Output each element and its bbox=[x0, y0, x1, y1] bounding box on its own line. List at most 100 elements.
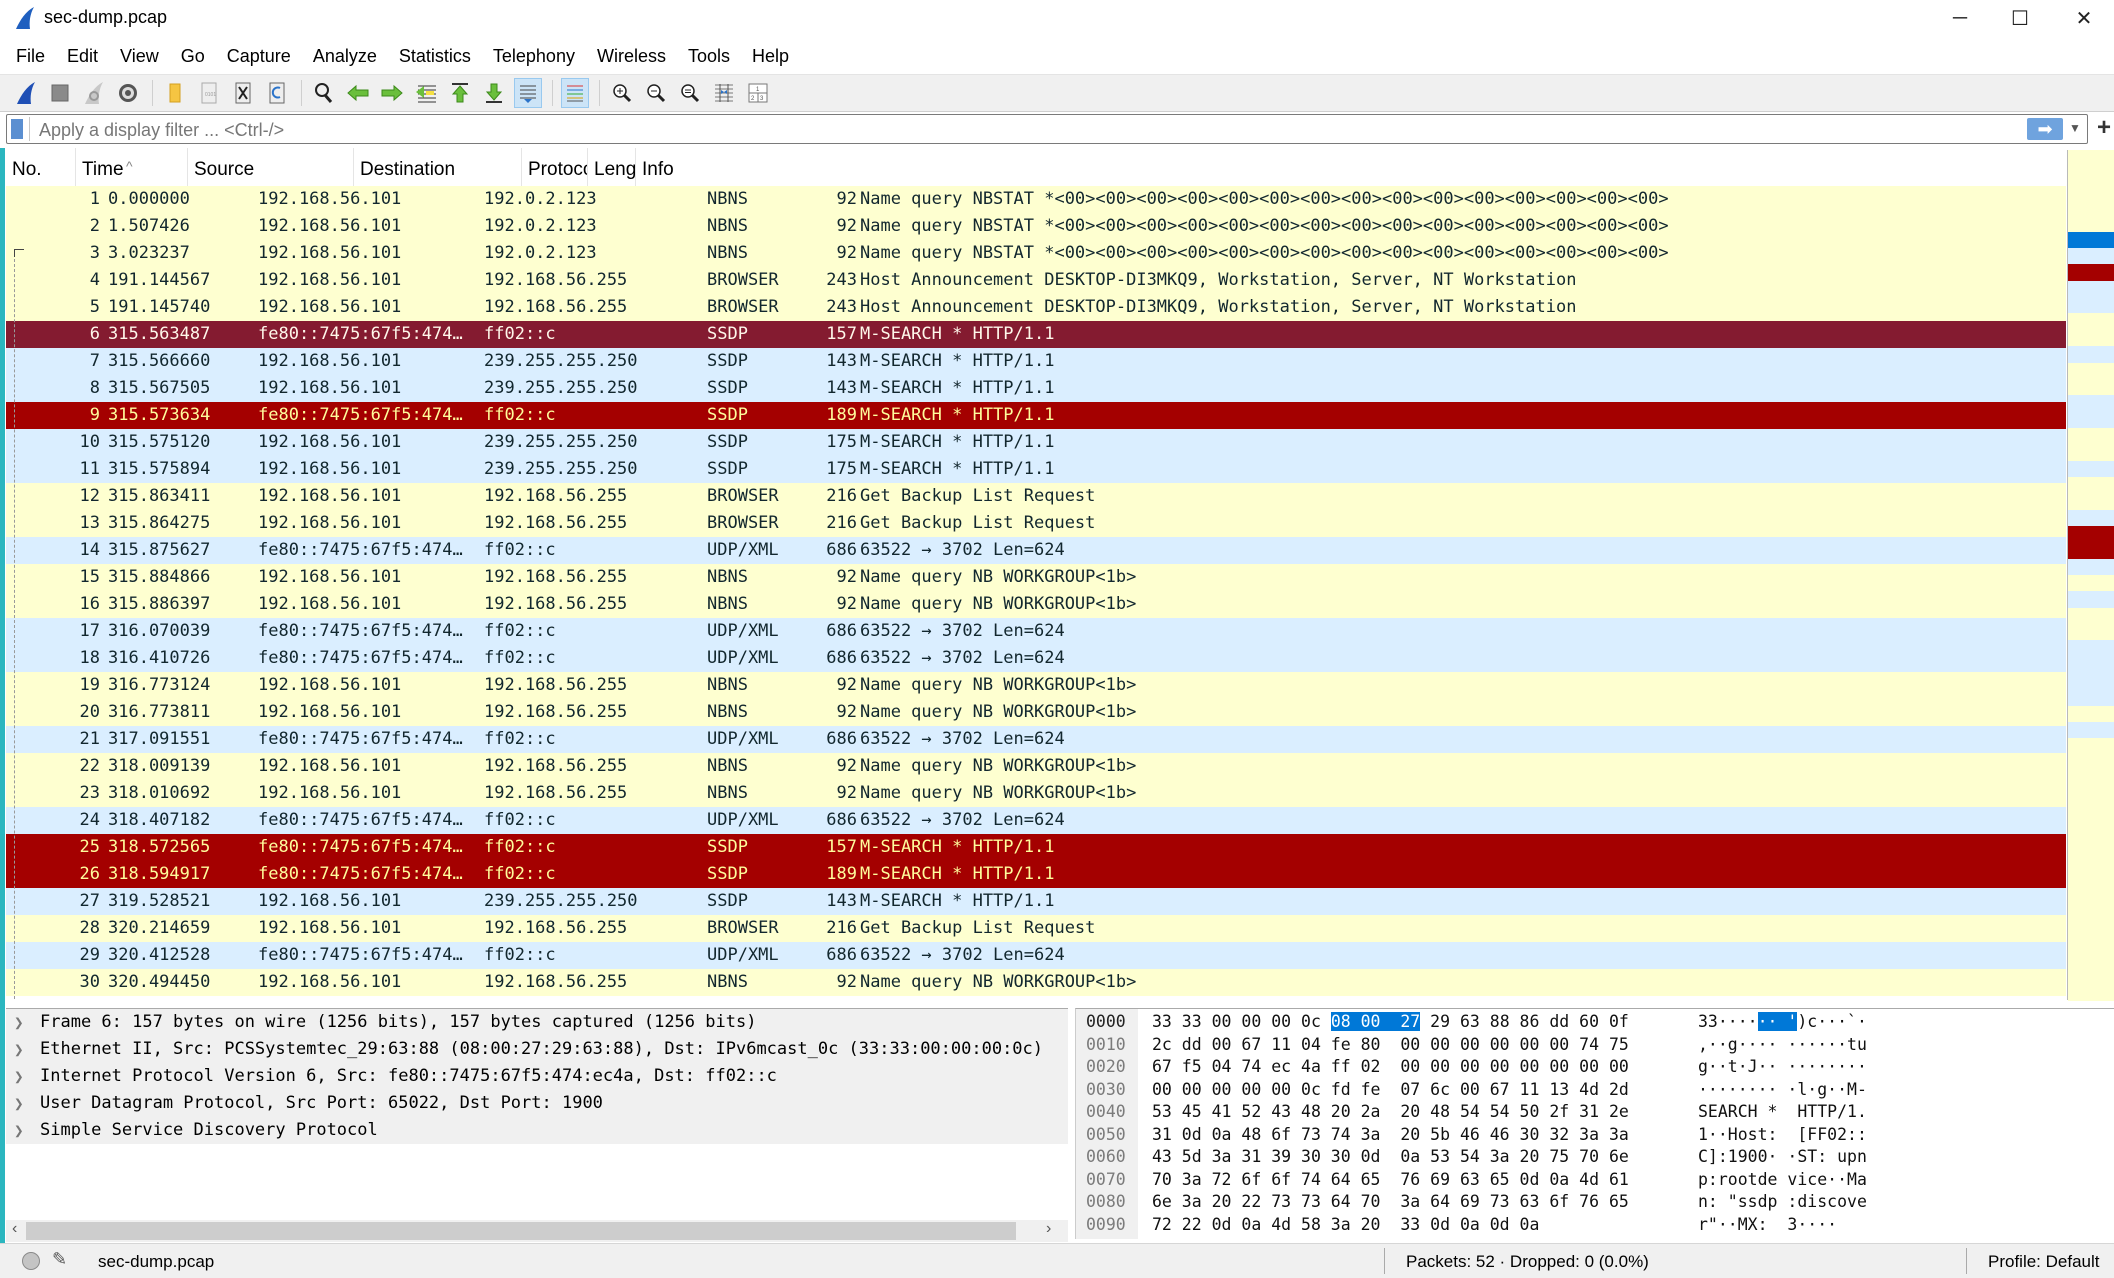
scroll-right-arrow-icon[interactable]: › bbox=[1046, 1220, 1051, 1238]
hex-row[interactable]: 0010 2c dd 00 67 11 04 fe 80 00 00 00 00 … bbox=[1076, 1034, 2114, 1057]
menu-go[interactable]: Go bbox=[170, 38, 216, 74]
packet-row[interactable]: 27 319.528521 192.168.56.101 239.255.255.25… bbox=[6, 888, 2066, 915]
hex-row[interactable]: 0020 67 f5 04 74 ec 4a ff 02 00 00 00 00 … bbox=[1076, 1056, 2114, 1079]
start-capture-button[interactable] bbox=[12, 78, 40, 108]
packet-row[interactable]: 29 320.412528 fe80::7475:67f5:474… ff02::c U… bbox=[6, 942, 2066, 969]
packet-row[interactable]: 18 316.410726 fe80::7475:67f5:474… ff02::c U… bbox=[6, 645, 2066, 672]
expand-chevron-icon[interactable]: ❯ bbox=[14, 1090, 24, 1117]
go-last-button[interactable] bbox=[480, 78, 508, 108]
packet-row[interactable]: 20 316.773811 192.168.56.101 192.168.56.255… bbox=[6, 699, 2066, 726]
apply-filter-button[interactable]: ➡ bbox=[2027, 118, 2063, 140]
capture-options-button[interactable] bbox=[114, 78, 142, 108]
column-header-protocol[interactable]: Protocol bbox=[522, 148, 588, 186]
hex-row[interactable]: 0060 43 5d 3a 31 39 30 30 0d 0a 53 54 3a … bbox=[1076, 1146, 2114, 1169]
menu-capture[interactable]: Capture bbox=[216, 38, 302, 74]
column-header-info[interactable]: Info bbox=[636, 148, 2066, 186]
detail-row-ipv6[interactable]: ❯ Internet Protocol Version 6, Src: fe80:… bbox=[6, 1063, 1068, 1090]
packet-row[interactable]: 15 315.884866 192.168.56.101 192.168.56.255… bbox=[6, 564, 2066, 591]
packet-row[interactable]: 22 318.009139 192.168.56.101 192.168.56.255… bbox=[6, 753, 2066, 780]
packet-row[interactable]: 30 320.494450 192.168.56.101 192.168.56.255… bbox=[6, 969, 2066, 996]
menu-analyze[interactable]: Analyze bbox=[302, 38, 388, 74]
packet-row[interactable]: 4 191.144567 192.168.56.101 192.168.56.255 B… bbox=[6, 267, 2066, 294]
stop-capture-button[interactable] bbox=[46, 78, 74, 108]
column-header-destination[interactable]: Destination bbox=[354, 148, 522, 186]
go-back-button[interactable] bbox=[344, 78, 372, 108]
hex-row[interactable]: 0090 72 22 0d 0a 4d 58 3a 20 33 0d 0a 0d … bbox=[1076, 1214, 2114, 1237]
capture-comment-icon[interactable]: ✎ bbox=[52, 1249, 70, 1269]
menu-telephony[interactable]: Telephony bbox=[482, 38, 586, 74]
colorize-button[interactable] bbox=[561, 78, 589, 108]
expand-chevron-icon[interactable]: ❯ bbox=[14, 1063, 24, 1090]
packet-row[interactable]: 11 315.575894 192.168.56.101 239.255.255.25… bbox=[6, 456, 2066, 483]
packet-row[interactable]: 23 318.010692 192.168.56.101 192.168.56.255… bbox=[6, 780, 2066, 807]
go-to-packet-button[interactable] bbox=[412, 78, 440, 108]
column-header-time[interactable]: Time ^ bbox=[76, 148, 188, 186]
packet-row[interactable]: 21 317.091551 fe80::7475:67f5:474… ff02::c U… bbox=[6, 726, 2066, 753]
reload-file-button[interactable] bbox=[263, 78, 291, 108]
packet-row[interactable]: 1 0.000000 192.168.56.101 192.0.2.123 NBNS 92… bbox=[6, 186, 2066, 213]
packet-row[interactable]: 10 315.575120 192.168.56.101 239.255.255.25… bbox=[6, 429, 2066, 456]
packet-row[interactable]: 14 315.875627 fe80::7475:67f5:474… ff02::c U… bbox=[6, 537, 2066, 564]
column-header-no[interactable]: No. bbox=[6, 148, 76, 186]
minimize-button[interactable]: ─ bbox=[1930, 0, 1990, 36]
zoom-reset-button[interactable] bbox=[676, 78, 704, 108]
scrollbar-thumb[interactable] bbox=[26, 1222, 1016, 1240]
scroll-left-arrow-icon[interactable]: ‹ bbox=[12, 1220, 17, 1238]
restart-capture-button[interactable] bbox=[80, 78, 108, 108]
menu-statistics[interactable]: Statistics bbox=[388, 38, 482, 74]
add-filter-button[interactable]: + bbox=[2094, 114, 2114, 144]
packet-list-minimap-scrollbar[interactable] bbox=[2067, 150, 2114, 1001]
maximize-button[interactable]: ☐ bbox=[1990, 0, 2050, 36]
packet-row[interactable]: 9 315.573634 fe80::7475:67f5:474… ff02::c SS… bbox=[6, 402, 2066, 429]
menu-wireless[interactable]: Wireless bbox=[586, 38, 677, 74]
hex-row[interactable]: 0040 53 45 41 52 43 48 20 2a 20 48 54 54 … bbox=[1076, 1101, 2114, 1124]
go-first-button[interactable] bbox=[446, 78, 474, 108]
zoom-in-button[interactable] bbox=[608, 78, 636, 108]
close-file-button[interactable] bbox=[229, 78, 257, 108]
auto-scroll-button[interactable] bbox=[514, 78, 542, 108]
menu-help[interactable]: Help bbox=[741, 38, 800, 74]
packet-row[interactable]: 16 315.886397 192.168.56.101 192.168.56.255… bbox=[6, 591, 2066, 618]
packet-row[interactable]: 13 315.864275 192.168.56.101 192.168.56.255… bbox=[6, 510, 2066, 537]
resize-columns-button[interactable] bbox=[710, 78, 738, 108]
find-packet-button[interactable] bbox=[310, 78, 338, 108]
detail-row-ethernet[interactable]: ❯ Ethernet II, Src: PCSSystemtec_29:63:88… bbox=[6, 1036, 1068, 1063]
hex-row[interactable]: 0030 00 00 00 00 00 0c fd fe 07 6c 00 67 … bbox=[1076, 1079, 2114, 1102]
menu-view[interactable]: View bbox=[109, 38, 170, 74]
close-button[interactable]: ✕ bbox=[2054, 0, 2114, 36]
packet-row[interactable]: 26 318.594917 fe80::7475:67f5:474… ff02::c S… bbox=[6, 861, 2066, 888]
go-forward-button[interactable] bbox=[378, 78, 406, 108]
packet-row[interactable]: 28 320.214659 192.168.56.101 192.168.56.255… bbox=[6, 915, 2066, 942]
packet-row[interactable]: 7 315.566660 192.168.56.101 239.255.255.250… bbox=[6, 348, 2066, 375]
zoom-out-button[interactable] bbox=[642, 78, 670, 108]
hex-row[interactable]: 0070 70 3a 72 6f 6f 74 64 65 76 69 63 65 … bbox=[1076, 1169, 2114, 1192]
filter-bookmark-icon[interactable] bbox=[11, 119, 23, 139]
packet-row[interactable]: 19 316.773124 192.168.56.101 192.168.56.255… bbox=[6, 672, 2066, 699]
open-file-button[interactable] bbox=[161, 78, 189, 108]
save-file-button[interactable]: 0101 bbox=[195, 78, 223, 108]
menu-tools[interactable]: Tools bbox=[677, 38, 741, 74]
packet-row[interactable]: 24 318.407182 fe80::7475:67f5:474… ff02::c U… bbox=[6, 807, 2066, 834]
packet-row[interactable]: 5 191.145740 192.168.56.101 192.168.56.255 B… bbox=[6, 294, 2066, 321]
packet-row[interactable]: 8 315.567505 192.168.56.101 239.255.255.250… bbox=[6, 375, 2066, 402]
detail-row-frame[interactable]: ❯ Frame 6: 157 bytes on wire (1256 bits),… bbox=[6, 1009, 1068, 1036]
column-header-length[interactable]: Lengtl bbox=[588, 148, 636, 186]
packet-row[interactable]: 3 3.023237 192.168.56.101 192.0.2.123 NBNS 92… bbox=[6, 240, 2066, 267]
column-header-source[interactable]: Source bbox=[188, 148, 354, 186]
packet-row[interactable]: 25 318.572565 fe80::7475:67f5:474… ff02::c S… bbox=[6, 834, 2066, 861]
expand-chevron-icon[interactable]: ❯ bbox=[14, 1117, 24, 1144]
expand-chevron-icon[interactable]: ❯ bbox=[14, 1009, 24, 1036]
status-profile[interactable]: Profile: Default bbox=[1988, 1252, 2100, 1272]
hex-row[interactable]: 0050 31 0d 0a 48 6f 73 74 3a 20 5b 46 46 … bbox=[1076, 1124, 2114, 1147]
filter-history-dropdown[interactable]: ▼ bbox=[2069, 121, 2081, 135]
layout-button[interactable]: 123 bbox=[744, 78, 772, 108]
menu-edit[interactable]: Edit bbox=[56, 38, 109, 74]
menu-file[interactable]: File bbox=[0, 38, 56, 74]
expand-chevron-icon[interactable]: ❯ bbox=[14, 1036, 24, 1063]
detail-row-udp[interactable]: ❯ User Datagram Protocol, Src Port: 65022… bbox=[6, 1090, 1068, 1117]
packet-row[interactable]: 2 1.507426 192.168.56.101 192.0.2.123 NBNS 92… bbox=[6, 213, 2066, 240]
packet-row[interactable]: 12 315.863411 192.168.56.101 192.168.56.255… bbox=[6, 483, 2066, 510]
detail-row-ssdp[interactable]: ❯ Simple Service Discovery Protocol bbox=[6, 1117, 1068, 1144]
packet-row[interactable]: 17 316.070039 fe80::7475:67f5:474… ff02::c U… bbox=[6, 618, 2066, 645]
expert-info-led-icon[interactable] bbox=[22, 1252, 40, 1270]
